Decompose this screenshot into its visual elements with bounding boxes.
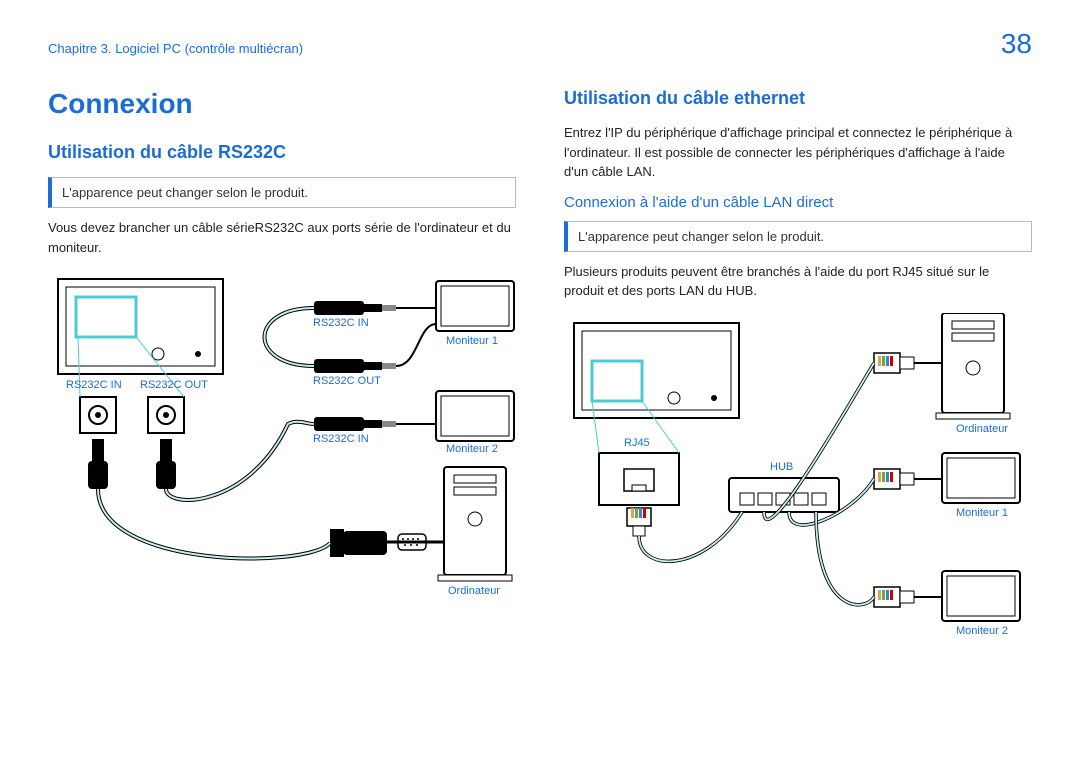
label-rs232c-out: RS232C OUT [313, 375, 381, 387]
label-rs232c-in: RS232C IN [313, 433, 369, 445]
label-ordinateur: Ordinateur [448, 585, 500, 597]
label-moniteur1: Moniteur 1 [446, 335, 498, 347]
label-moniteur2: Moniteur 2 [956, 625, 1008, 637]
note-appearance-left: L'apparence peut changer selon le produi… [48, 177, 516, 208]
label-ordinateur: Ordinateur [956, 423, 1008, 435]
label-rs232c-in: RS232C IN [313, 317, 369, 329]
left-column: Connexion Utilisation du câble RS232C L'… [48, 88, 516, 683]
body-ethernet-intro: Entrez l'IP du périphérique d'affichage … [564, 123, 1032, 182]
label-moniteur1: Moniteur 1 [956, 507, 1008, 519]
label-rj45: RJ45 [624, 437, 650, 449]
subheading-ethernet: Utilisation du câble ethernet [564, 88, 1032, 109]
right-column: Utilisation du câble ethernet Entrez l'I… [564, 88, 1032, 683]
label-rs232c-out: RS232C OUT [140, 379, 208, 391]
document-header: Chapitre 3. Logiciel PC (contrôle multié… [48, 28, 1032, 60]
diagram-rs232c: RS232C IN RS232C OUT RS232C IN RS232C OU… [48, 269, 516, 609]
body-lan-hub: Plusieurs produits peuvent être branchés… [564, 262, 1032, 301]
diagram-ethernet: RJ45 HUB Ordinateur Moniteur 1 Moniteur … [564, 313, 1032, 683]
section-heading-connexion: Connexion [48, 88, 516, 120]
body-rs232c: Vous devez brancher un câble sérieRS232C… [48, 218, 516, 257]
label-rs232c-in: RS232C IN [66, 379, 122, 391]
subheading-lan-direct: Connexion à l'aide d'un câble LAN direct [564, 194, 1032, 211]
chapter-label: Chapitre 3. Logiciel PC (contrôle multié… [48, 41, 303, 56]
label-moniteur2: Moniteur 2 [446, 443, 498, 455]
page-number: 38 [1001, 28, 1032, 60]
note-appearance-right: L'apparence peut changer selon le produi… [564, 221, 1032, 252]
subheading-rs232c: Utilisation du câble RS232C [48, 142, 516, 163]
label-hub: HUB [770, 461, 793, 473]
